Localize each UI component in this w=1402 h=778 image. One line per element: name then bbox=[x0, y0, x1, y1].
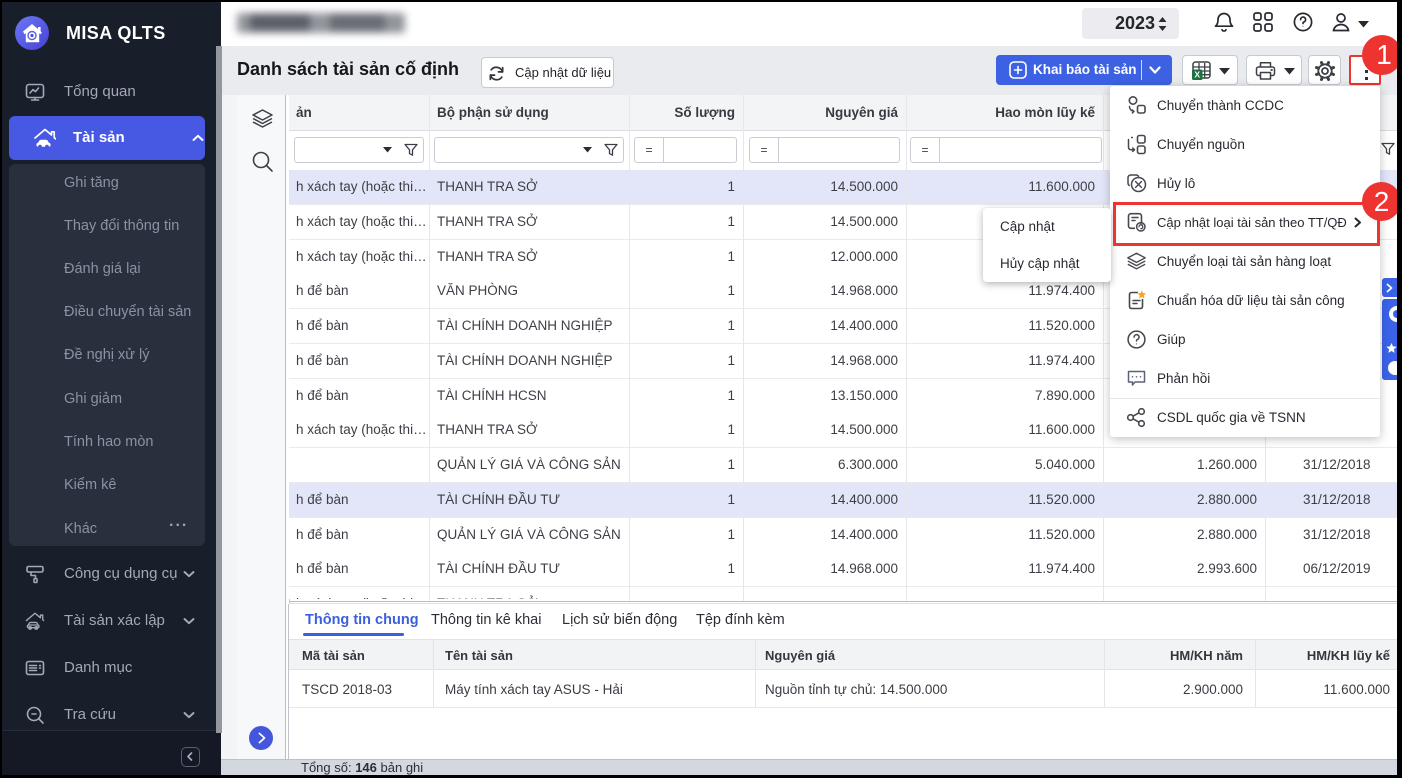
svg-text:X: X bbox=[1194, 70, 1200, 80]
